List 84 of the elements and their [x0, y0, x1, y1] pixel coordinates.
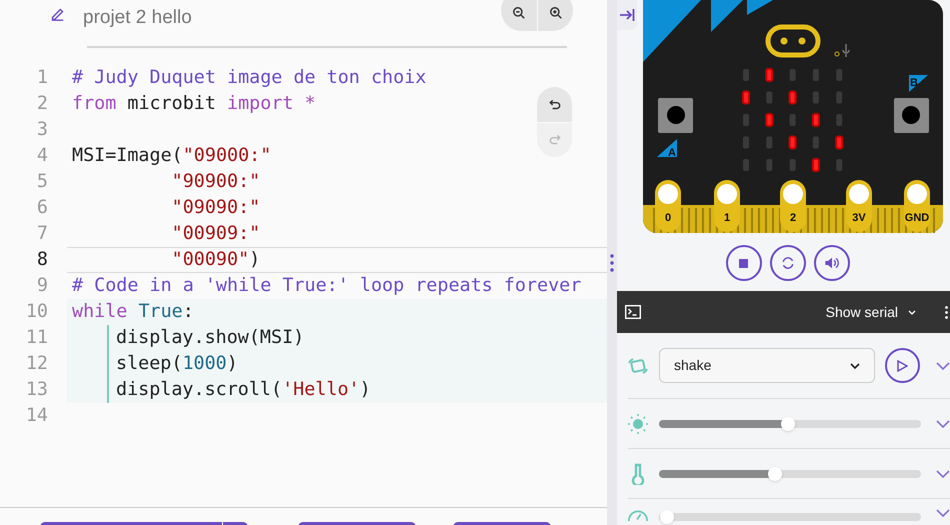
line-number: 8	[36, 248, 48, 272]
code-line: # Code in a 'while True:' loop repeats forever	[72, 274, 582, 298]
line-number: 6	[36, 196, 48, 220]
line-number: 2	[36, 92, 48, 116]
slider-track[interactable]	[659, 509, 921, 525]
code-line: "00909:"	[172, 222, 260, 246]
zoom-out-button[interactable]	[501, 0, 537, 31]
play-icon	[897, 360, 908, 372]
code-line: # Judy Duquet image de ton choix	[72, 66, 426, 90]
line-number: 4	[36, 144, 48, 168]
pin-label: 1	[724, 212, 730, 224]
reset-icon	[780, 256, 794, 270]
slider-thumb[interactable]	[660, 510, 674, 524]
dropdown-value: shake	[674, 356, 712, 375]
line-number: 5	[36, 170, 48, 194]
zoom-out-icon	[512, 6, 526, 20]
chevron-down-icon[interactable]	[936, 362, 950, 370]
show-serial-button[interactable]: Show serial	[826, 302, 916, 322]
terminal-icon[interactable]	[625, 305, 641, 319]
redo-icon	[548, 133, 562, 147]
line-number: 13	[24, 378, 48, 402]
code-line: display.show(MSI)	[116, 326, 304, 350]
code-line: display.scroll('Hello')	[116, 378, 371, 402]
code-line: MSI=Image("09000:"	[72, 144, 272, 168]
collapse-button[interactable]	[617, 0, 637, 30]
button-label: B	[910, 77, 918, 89]
chevron-down-icon[interactable]	[936, 509, 950, 517]
sun-icon	[628, 414, 648, 434]
undo-button[interactable]	[537, 87, 572, 122]
button-a[interactable]	[658, 98, 693, 133]
logo-icon	[766, 24, 820, 58]
thermometer-icon	[631, 462, 645, 484]
line-number: 12	[24, 352, 48, 376]
compass-icon	[628, 509, 648, 521]
zoom-in-button[interactable]	[538, 0, 573, 31]
undo-icon	[548, 98, 562, 112]
line-number: 10	[24, 300, 48, 324]
slider-thumb[interactable]	[780, 416, 795, 430]
stripe-decoration	[747, 0, 773, 15]
pin-label: 2	[790, 212, 796, 224]
sound-button[interactable]	[814, 245, 850, 281]
code-line: from microbit import *	[72, 92, 316, 116]
resize-handle[interactable]	[607, 0, 617, 525]
code-line: "09090:"	[172, 196, 260, 220]
microphone-icon	[842, 43, 850, 58]
collapse-icon	[619, 8, 635, 22]
pin-label: GND	[904, 212, 930, 224]
send-gesture-button[interactable]	[885, 348, 920, 383]
line-number: 1	[36, 66, 48, 90]
stop-button[interactable]	[726, 245, 762, 281]
stripe-decoration	[643, 0, 701, 62]
slider-track[interactable]	[659, 416, 921, 432]
line-number: 11	[24, 326, 48, 350]
chevron-down-icon[interactable]	[936, 470, 950, 478]
stop-icon	[739, 258, 748, 268]
reset-button[interactable]	[770, 245, 806, 281]
zoom-in-icon	[548, 6, 562, 20]
rotate-device-icon	[628, 356, 648, 374]
pin-label: 3V	[852, 212, 866, 224]
stripe-decoration	[711, 0, 743, 32]
line-number: 9	[36, 274, 48, 298]
line-number: 3	[36, 118, 48, 142]
button-label: A	[668, 147, 676, 159]
slider-track[interactable]	[659, 466, 921, 482]
line-number: 7	[36, 222, 48, 246]
triangle-icon	[657, 139, 677, 157]
code-line: sleep(1000)	[116, 352, 238, 376]
caret-icon	[850, 362, 860, 368]
code-line: "90900:"	[172, 170, 260, 194]
gesture-dropdown[interactable]: shake	[659, 348, 875, 383]
triangle-icon	[909, 75, 928, 92]
drag-handle-icon	[610, 254, 614, 272]
more-icon[interactable]	[945, 306, 948, 319]
caret-icon	[908, 310, 916, 314]
button-b[interactable]	[894, 98, 929, 133]
slider-thumb[interactable]	[768, 466, 782, 480]
pin-label: 0	[664, 212, 672, 224]
code-line: while True:	[72, 300, 194, 324]
pencil-icon[interactable]	[49, 6, 66, 23]
line-number: 14	[24, 404, 48, 428]
chevron-down-icon[interactable]	[936, 420, 950, 428]
code-line: "00090")	[172, 248, 260, 272]
project-title[interactable]: projet 2 hello	[83, 4, 192, 32]
speaker-icon	[824, 256, 840, 270]
